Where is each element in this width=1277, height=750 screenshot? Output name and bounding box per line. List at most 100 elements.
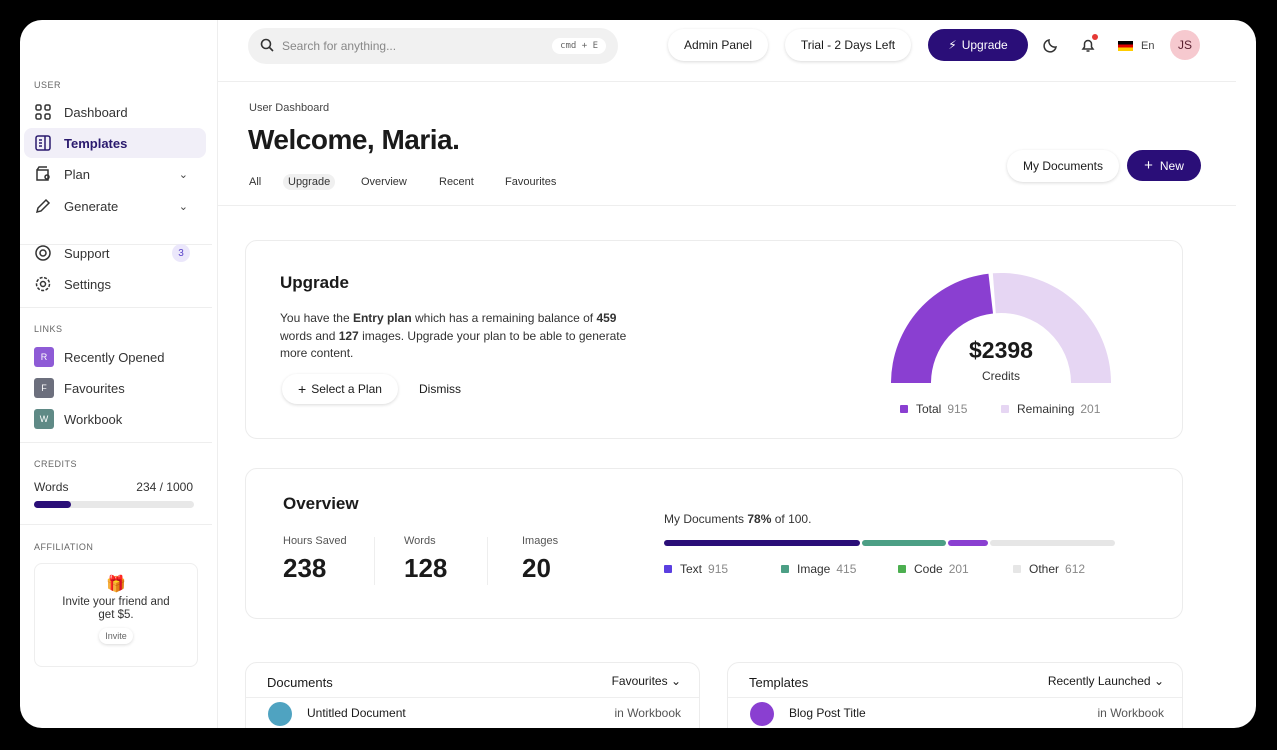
my-documents-button[interactable]: My Documents: [1007, 150, 1119, 182]
credits-name: Words: [34, 480, 69, 494]
sidebar-item-plan[interactable]: Plan ⌄: [24, 159, 206, 189]
tab-overview[interactable]: Overview: [356, 174, 412, 190]
label: Select a Plan: [311, 382, 382, 396]
search-input[interactable]: Search for anything... cmd + E: [248, 28, 618, 64]
invite-text: Invite your friend and get $5.: [62, 596, 170, 621]
page-title: Welcome, Maria.: [248, 124, 460, 155]
avatar[interactable]: JS: [1170, 30, 1200, 60]
label: Favourites: [64, 380, 125, 396]
tab-recent[interactable]: Recent: [434, 174, 479, 190]
templates-filter[interactable]: Recently Launched ⌄: [1048, 674, 1164, 688]
legend-code: Code 201: [898, 562, 969, 576]
chevron-down-icon: ⌄: [178, 200, 188, 213]
bell-icon[interactable]: [1080, 34, 1098, 58]
legend-other: Other 612: [1013, 562, 1085, 576]
divider: [487, 537, 488, 585]
language-selector[interactable]: En: [1118, 40, 1154, 52]
label: Upgrade: [961, 38, 1008, 52]
template-row[interactable]: Blog Post Title: [789, 706, 866, 720]
pencil-icon: [34, 197, 52, 215]
support-badge: 3: [172, 244, 190, 262]
label: Plan: [64, 166, 91, 182]
document-location: in Workbook: [614, 706, 681, 720]
legend-total: Total 915: [900, 402, 967, 416]
label: En: [1141, 40, 1155, 52]
section-affiliation: AFFILIATION: [34, 542, 94, 552]
divider: [218, 205, 1236, 206]
tab-favourites[interactable]: Favourites: [500, 174, 561, 190]
shortcut-hint: cmd + E: [552, 38, 606, 54]
legend-text: Text 915: [664, 562, 728, 576]
bar-segment-text: [664, 540, 860, 546]
search-placeholder: Search for anything...: [282, 39, 397, 53]
search-icon: [260, 38, 274, 55]
template-avatar: [750, 702, 774, 726]
grid-icon: [34, 103, 52, 121]
label: Workbook: [64, 411, 123, 427]
sidebar: USER Dashboard Templates Plan ⌄ Generate ⌄…: [20, 20, 218, 728]
wallet-icon: [34, 165, 52, 183]
dismiss-button[interactable]: Dismiss: [419, 382, 461, 396]
flag-de-icon: [1118, 41, 1133, 51]
section-credits: CREDITS: [34, 459, 78, 469]
breadcrumb: User Dashboard: [249, 102, 330, 114]
notification-dot: [1092, 34, 1098, 40]
label: Dashboard: [64, 104, 128, 120]
templates-title: Templates: [749, 675, 809, 690]
section-links: LINKS: [34, 324, 63, 334]
chevron-down-icon: ⌄: [670, 674, 681, 688]
moon-icon[interactable]: [1043, 37, 1059, 58]
admin-panel-button[interactable]: Admin Panel: [668, 29, 768, 61]
sidebar-item-dashboard[interactable]: Dashboard: [24, 97, 206, 127]
label: Support: [64, 245, 110, 261]
link-avatar: F: [34, 378, 54, 398]
link-favourites[interactable]: F Favourites: [24, 373, 206, 403]
lifebuoy-icon: [34, 244, 52, 262]
sidebar-item-support[interactable]: Support 3: [24, 238, 206, 268]
trial-button[interactable]: Trial - 2 Days Left: [785, 29, 911, 61]
divider: [374, 537, 375, 585]
documents-card: Documents Favourites ⌄ Untitled Document…: [245, 662, 700, 728]
legend-remaining: Remaining 201: [1001, 402, 1100, 416]
upgrade-card: Upgrade You have the Entry plan which ha…: [245, 240, 1183, 439]
link-avatar: R: [34, 347, 54, 367]
stat-hours-saved: Hours Saved 238: [283, 535, 347, 583]
top-bar: Search for anything... cmd + E Admin Pane…: [218, 20, 1236, 82]
label: Generate: [64, 198, 119, 214]
select-plan-button[interactable]: + Select a Plan: [282, 374, 398, 404]
tab-upgrade[interactable]: Upgrade: [283, 174, 336, 190]
invite-button[interactable]: Invite: [99, 628, 133, 644]
sidebar-item-settings[interactable]: Settings: [24, 269, 206, 299]
sidebar-item-generate[interactable]: Generate ⌄: [24, 191, 206, 221]
documents-usage-text: My Documents 78% of 100.: [664, 512, 812, 526]
link-workbook[interactable]: W Workbook: [24, 404, 206, 434]
stat-words: Words 128: [404, 535, 448, 583]
new-button[interactable]: + New: [1127, 150, 1201, 181]
documents-title: Documents: [267, 675, 333, 690]
bar-segment-other: [990, 540, 1115, 546]
overview-title: Overview: [283, 494, 359, 513]
divider: [20, 524, 212, 525]
document-avatar: [268, 702, 292, 726]
credits-amount: $2398: [969, 337, 1033, 363]
upgrade-button[interactable]: ⚡︎ Upgrade: [928, 29, 1028, 61]
upgrade-text: You have the Entry plan which has a rema…: [280, 311, 627, 360]
tab-all[interactable]: All: [244, 174, 266, 190]
template-location: in Workbook: [1097, 706, 1164, 720]
chevron-down-icon: ⌄: [178, 168, 188, 181]
label: Settings: [64, 276, 111, 292]
templates-card: Templates Recently Launched ⌄ Blog Post …: [727, 662, 1183, 728]
plus-icon: +: [1144, 157, 1153, 174]
gauge-remaining-arc: [992, 273, 1111, 383]
gift-icon: 🎁: [106, 576, 126, 593]
link-recently-opened[interactable]: R Recently Opened: [24, 342, 206, 372]
label: Recently Opened: [64, 349, 165, 365]
legend-image: Image 415: [781, 562, 856, 576]
label: New: [1159, 158, 1184, 173]
section-user: USER: [34, 80, 62, 90]
document-row[interactable]: Untitled Document: [307, 706, 406, 720]
credits-label: Credits: [981, 369, 1020, 383]
upgrade-title: Upgrade: [280, 273, 349, 292]
documents-filter[interactable]: Favourites ⌄: [612, 674, 681, 688]
sidebar-item-templates[interactable]: Templates: [24, 128, 206, 158]
